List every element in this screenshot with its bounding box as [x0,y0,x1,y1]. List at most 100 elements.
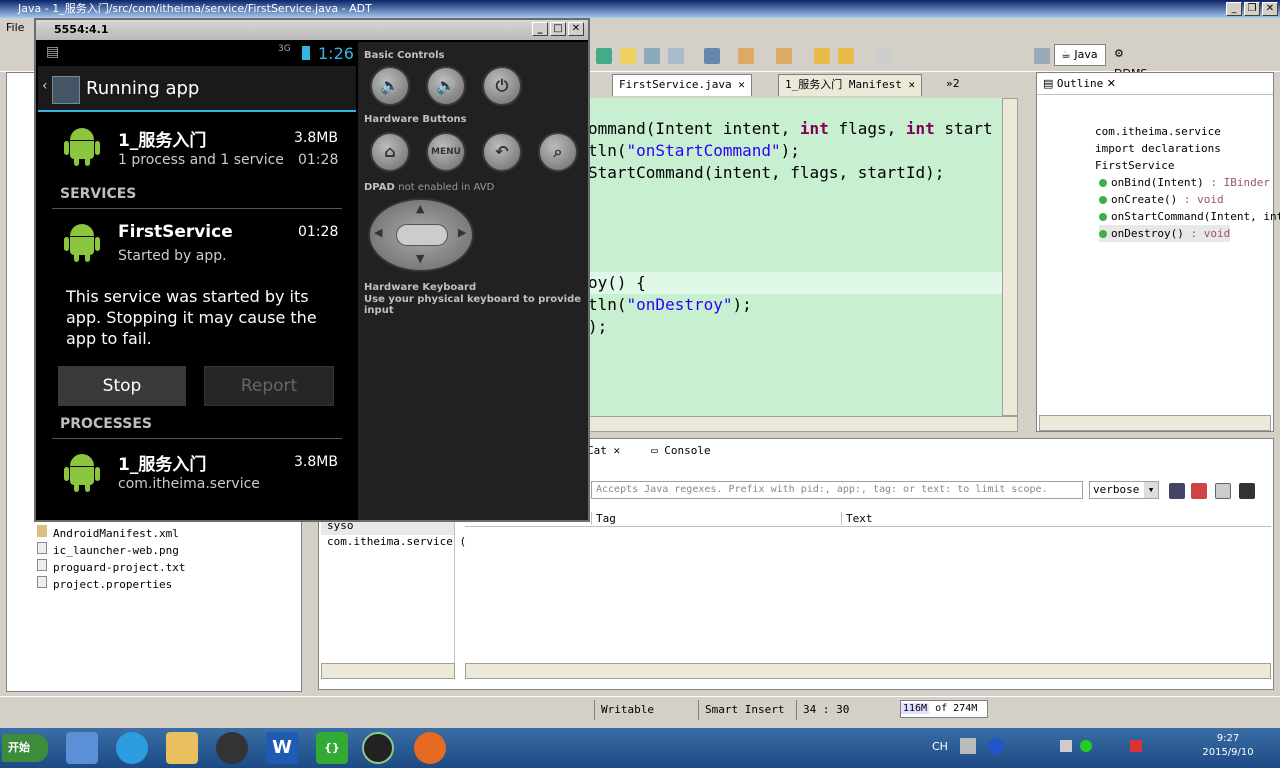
explorer-file[interactable]: ic_launcher-web.png [37,542,185,559]
explorer-file[interactable]: proguard-project.txt [37,559,185,576]
braces-editor-icon[interactable]: {} [316,732,348,764]
perspective-java[interactable]: ☕ Java [1054,44,1106,66]
last-edit-icon[interactable] [814,48,830,64]
outline-item-method[interactable]: onCreate() : void [1099,191,1224,208]
minimize-button[interactable]: _ [1226,2,1242,16]
dpad-center-button[interactable] [396,224,448,246]
process-size: 3.8MB [294,454,338,470]
maximize-button[interactable]: ❐ [1244,2,1260,16]
firefox-icon[interactable] [414,732,446,764]
outline-item-package[interactable]: com.itheima.service [1095,123,1221,140]
keyboard-icon[interactable] [960,738,976,754]
emulator-window: 5554:4.1 _ □ ✕ ▤ 3G 1:26 ‹ Running app 1… [34,18,590,522]
dpad[interactable]: ▲ ▼ ◀ ▶ [368,198,474,272]
help-icon[interactable] [988,738,1004,754]
outline-item-imports[interactable]: import declarations [1095,140,1221,157]
report-button[interactable]: Report [204,366,334,406]
next-annotation-icon[interactable] [738,48,754,64]
android-sdk-icon[interactable] [362,732,394,764]
security-icon[interactable] [1130,740,1142,752]
outline-tab[interactable]: ▤ Outline ✕ [1037,73,1273,95]
explorer-file[interactable]: AndroidManifest.xml [37,525,185,542]
tab-console[interactable]: ▭ Console [651,441,711,461]
battery-icon [302,46,310,60]
search-icon[interactable]: ⌕ [538,132,578,172]
outline-horizontal-scrollbar[interactable] [1039,415,1271,431]
volume-up-icon[interactable]: 🔊 [426,66,466,106]
code-token: flags, [828,119,906,138]
emulator-maximize-button[interactable]: □ [550,22,566,36]
stop-button[interactable]: Stop [58,366,186,406]
volume-down-icon[interactable]: 🔈 [370,66,410,106]
android-screen[interactable]: ▤ 3G 1:26 ‹ Running app 1_服务入门 3.8MB 1 p… [38,42,356,520]
input-language[interactable]: CH [932,740,948,753]
close-button[interactable]: ✕ [1262,2,1278,16]
start-button[interactable]: 开始 [2,734,48,762]
volume-icon[interactable] [1060,740,1072,752]
back-chevron-icon[interactable]: ‹ [42,78,48,94]
system-clock[interactable]: 9:27 2015/9/10 [1196,732,1260,760]
tab-logcat[interactable]: Cat ✕ [587,441,620,461]
word-icon[interactable]: W [266,732,298,764]
logcat-filter-input[interactable]: Accepts Java regexes. Prefix with pid:, … [591,481,1083,499]
editor-vertical-scrollbar[interactable] [1002,98,1018,416]
pilcrow-icon[interactable] [668,48,684,64]
filters-horizontal-scrollbar[interactable] [321,663,455,679]
log-level-select[interactable]: verbose ▾ [1089,481,1159,499]
perspective-ddms[interactable]: ⚙ DDMS [1110,44,1160,80]
power-icon[interactable]: ⏻ [482,66,522,106]
code-editor[interactable]: ommand(Intent intent, int flags, int sta… [588,98,1018,416]
emulator-close-button[interactable]: ✕ [568,22,584,36]
dpad-down-icon[interactable]: ▼ [416,252,424,265]
back-icon[interactable]: ↶ [482,132,522,172]
tab-firstservice[interactable]: FirstService.java ✕ [612,74,752,96]
open-perspective-icon[interactable] [1034,48,1050,64]
column-text[interactable]: Text [841,512,873,525]
explorer-file[interactable]: project.properties [37,576,185,593]
column-tag[interactable]: Tag [591,512,616,525]
editor-horizontal-scrollbar[interactable] [588,416,1018,432]
dpad-left-icon[interactable]: ◀ [374,226,382,239]
code-token: ommand(Intent intent, [588,119,800,138]
outline-type: : IBinder [1203,176,1270,189]
outline-item-class[interactable]: FirstService [1095,157,1174,174]
close-icon[interactable]: ✕ [614,444,621,457]
scroll-lock-icon[interactable] [1239,483,1255,499]
qq-icon[interactable] [216,732,248,764]
tab-manifest[interactable]: 1_服务入门 Manifest ✕ [778,74,923,96]
run-icon[interactable] [596,48,612,64]
browser-icon[interactable] [116,732,148,764]
outline-item-method-selected[interactable]: onDestroy() : void [1099,225,1231,242]
outline-item-method[interactable]: onStartCommand(Intent, int [1099,208,1280,225]
dpad-up-icon[interactable]: ▲ [416,202,424,215]
emulator-minimize-button[interactable]: _ [532,22,548,36]
tab-overflow[interactable]: »2 [940,74,966,96]
save-icon[interactable] [1169,483,1185,499]
dpad-right-icon[interactable]: ▶ [458,226,466,239]
forward-icon[interactable] [876,48,892,64]
back-icon[interactable] [838,48,854,64]
close-icon[interactable]: ✕ [908,78,915,91]
heap-status[interactable]: 116M of 274M [900,700,988,718]
outline-label: onCreate() [1111,193,1178,206]
network-icon[interactable] [1080,740,1092,752]
menu-file[interactable]: File [6,21,24,34]
folder-icon[interactable] [166,732,198,764]
block-icon[interactable] [644,48,660,64]
computer-icon[interactable] [66,732,98,764]
prev-annotation-icon[interactable] [776,48,792,64]
filter-item[interactable]: com.itheima.service ( [321,535,466,551]
home-icon[interactable]: ⌂ [370,132,410,172]
close-icon[interactable]: ✕ [1107,77,1116,90]
pin-icon[interactable] [704,48,720,64]
outline-item-method[interactable]: onBind(Intent) : IBinder [1099,174,1270,191]
action-bar[interactable]: ‹ Running app [38,66,356,112]
log-horizontal-scrollbar[interactable] [465,663,1271,679]
clear-log-icon[interactable] [1191,483,1207,499]
menu-button[interactable]: MENU [426,132,466,172]
close-icon[interactable]: ✕ [738,78,745,91]
split-view-icon[interactable] [1215,483,1231,499]
perspective-java-label: Java [1074,48,1098,61]
code-token: start [934,119,993,138]
highlight-icon[interactable] [620,48,636,64]
